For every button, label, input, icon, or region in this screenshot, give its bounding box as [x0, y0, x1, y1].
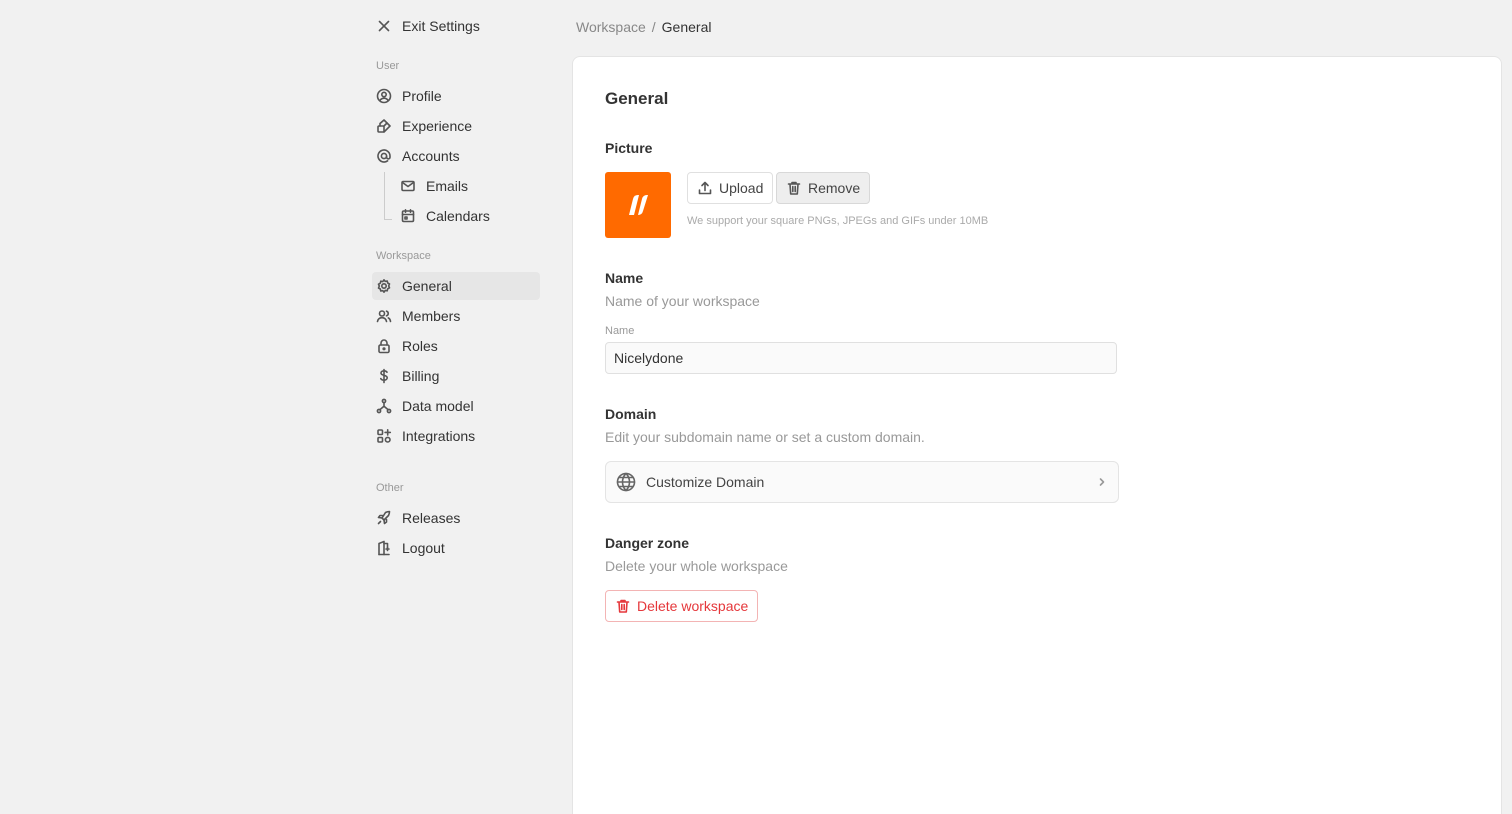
customize-domain-button[interactable]: Customize Domain [605, 461, 1119, 503]
user-circle-icon [376, 88, 392, 104]
tree-connector [384, 219, 392, 220]
danger-description: Delete your whole workspace [605, 558, 788, 574]
sidebar-item-general[interactable]: General [372, 272, 540, 300]
upload-icon [697, 180, 713, 196]
dollar-icon [376, 368, 392, 384]
upload-button[interactable]: Upload [687, 172, 774, 204]
sidebar-item-label: Accounts [402, 148, 460, 164]
picture-heading: Picture [605, 140, 653, 156]
delete-workspace-label: Delete workspace [637, 598, 749, 614]
remove-label: Remove [808, 180, 861, 196]
sidebar-item-label: General [402, 278, 452, 294]
sidebar-item-label: Calendars [426, 208, 490, 224]
sidebar-item-label: Emails [426, 178, 469, 194]
sidebar-item-label: Billing [402, 368, 440, 384]
sidebar-item-label: Logout [402, 540, 445, 556]
apps-icon [376, 428, 392, 444]
breadcrumb: Workspace / General [576, 19, 711, 35]
workspace-logo-mark [629, 195, 648, 215]
sidebar-item-members[interactable]: Members [372, 302, 540, 330]
tree-connector [384, 172, 396, 220]
logout-icon [376, 540, 392, 556]
globe-icon [616, 472, 636, 492]
breadcrumb-separator: / [651, 19, 656, 35]
upload-label: Upload [719, 180, 764, 196]
sidebar-item-accounts[interactable]: Accounts [372, 142, 540, 170]
calendar-icon [400, 208, 416, 224]
exit-settings-button[interactable]: Exit Settings [376, 14, 480, 38]
sidebar-item-label: Roles [402, 338, 438, 354]
lock-icon [376, 338, 392, 354]
sidebar-item-label: Releases [402, 510, 461, 526]
section-label-user: User [376, 60, 400, 72]
remove-button[interactable]: Remove [776, 172, 871, 204]
domain-description: Edit your subdomain name or set a custom… [605, 429, 925, 445]
sidebar-item-emails[interactable]: Emails [396, 172, 540, 200]
name-description: Name of your workspace [605, 293, 760, 309]
rocket-icon [376, 510, 392, 526]
sidebar-item-billing[interactable]: Billing [372, 362, 540, 390]
name-field-label: Name [605, 325, 635, 337]
page-title: General [605, 89, 669, 108]
section-label-workspace: Workspace [376, 250, 431, 262]
workspace-name-input[interactable] [605, 342, 1117, 374]
close-icon [376, 18, 392, 34]
sidebar-item-label: Profile [402, 88, 442, 104]
paint-icon [376, 118, 392, 134]
workspace-logo[interactable] [605, 172, 671, 238]
users-icon [376, 308, 392, 324]
danger-heading: Danger zone [605, 535, 690, 551]
trash-icon [786, 180, 802, 196]
settings-sidebar: Exit Settings User Profile Experience Ac… [372, 0, 540, 814]
sidebar-item-calendars[interactable]: Calendars [396, 202, 540, 230]
sidebar-item-label: Experience [402, 118, 473, 134]
sidebar-item-data-model[interactable]: Data model [372, 392, 540, 420]
at-sign-icon [376, 148, 392, 164]
trash-icon [615, 598, 631, 614]
domain-heading: Domain [605, 406, 657, 422]
gear-icon [376, 278, 392, 294]
sidebar-item-label: Data model [402, 398, 474, 414]
sidebar-item-integrations[interactable]: Integrations [372, 422, 540, 450]
sidebar-item-releases[interactable]: Releases [372, 504, 540, 532]
sidebar-item-roles[interactable]: Roles [372, 332, 540, 360]
sidebar-item-profile[interactable]: Profile [372, 82, 540, 110]
customize-domain-label: Customize Domain [646, 474, 765, 490]
sidebar-item-logout[interactable]: Logout [372, 534, 540, 562]
chevron-right-icon [1096, 474, 1108, 490]
sidebar-item-label: Integrations [402, 428, 476, 444]
sidebar-item-experience[interactable]: Experience [372, 112, 540, 140]
hierarchy-icon [376, 398, 392, 414]
breadcrumb-current: General [661, 19, 712, 35]
name-heading: Name [605, 270, 644, 286]
delete-workspace-button[interactable]: Delete workspace [605, 590, 759, 622]
sidebar-item-label: Members [402, 308, 461, 324]
section-label-other: Other [376, 482, 404, 494]
settings-panel: General Picture Upload Remove We support… [572, 56, 1502, 814]
exit-settings-label: Exit Settings [402, 18, 480, 34]
mail-icon [400, 178, 416, 194]
picture-hint: We support your square PNGs, JPEGs and G… [687, 215, 989, 227]
breadcrumb-workspace[interactable]: Workspace [576, 19, 646, 35]
